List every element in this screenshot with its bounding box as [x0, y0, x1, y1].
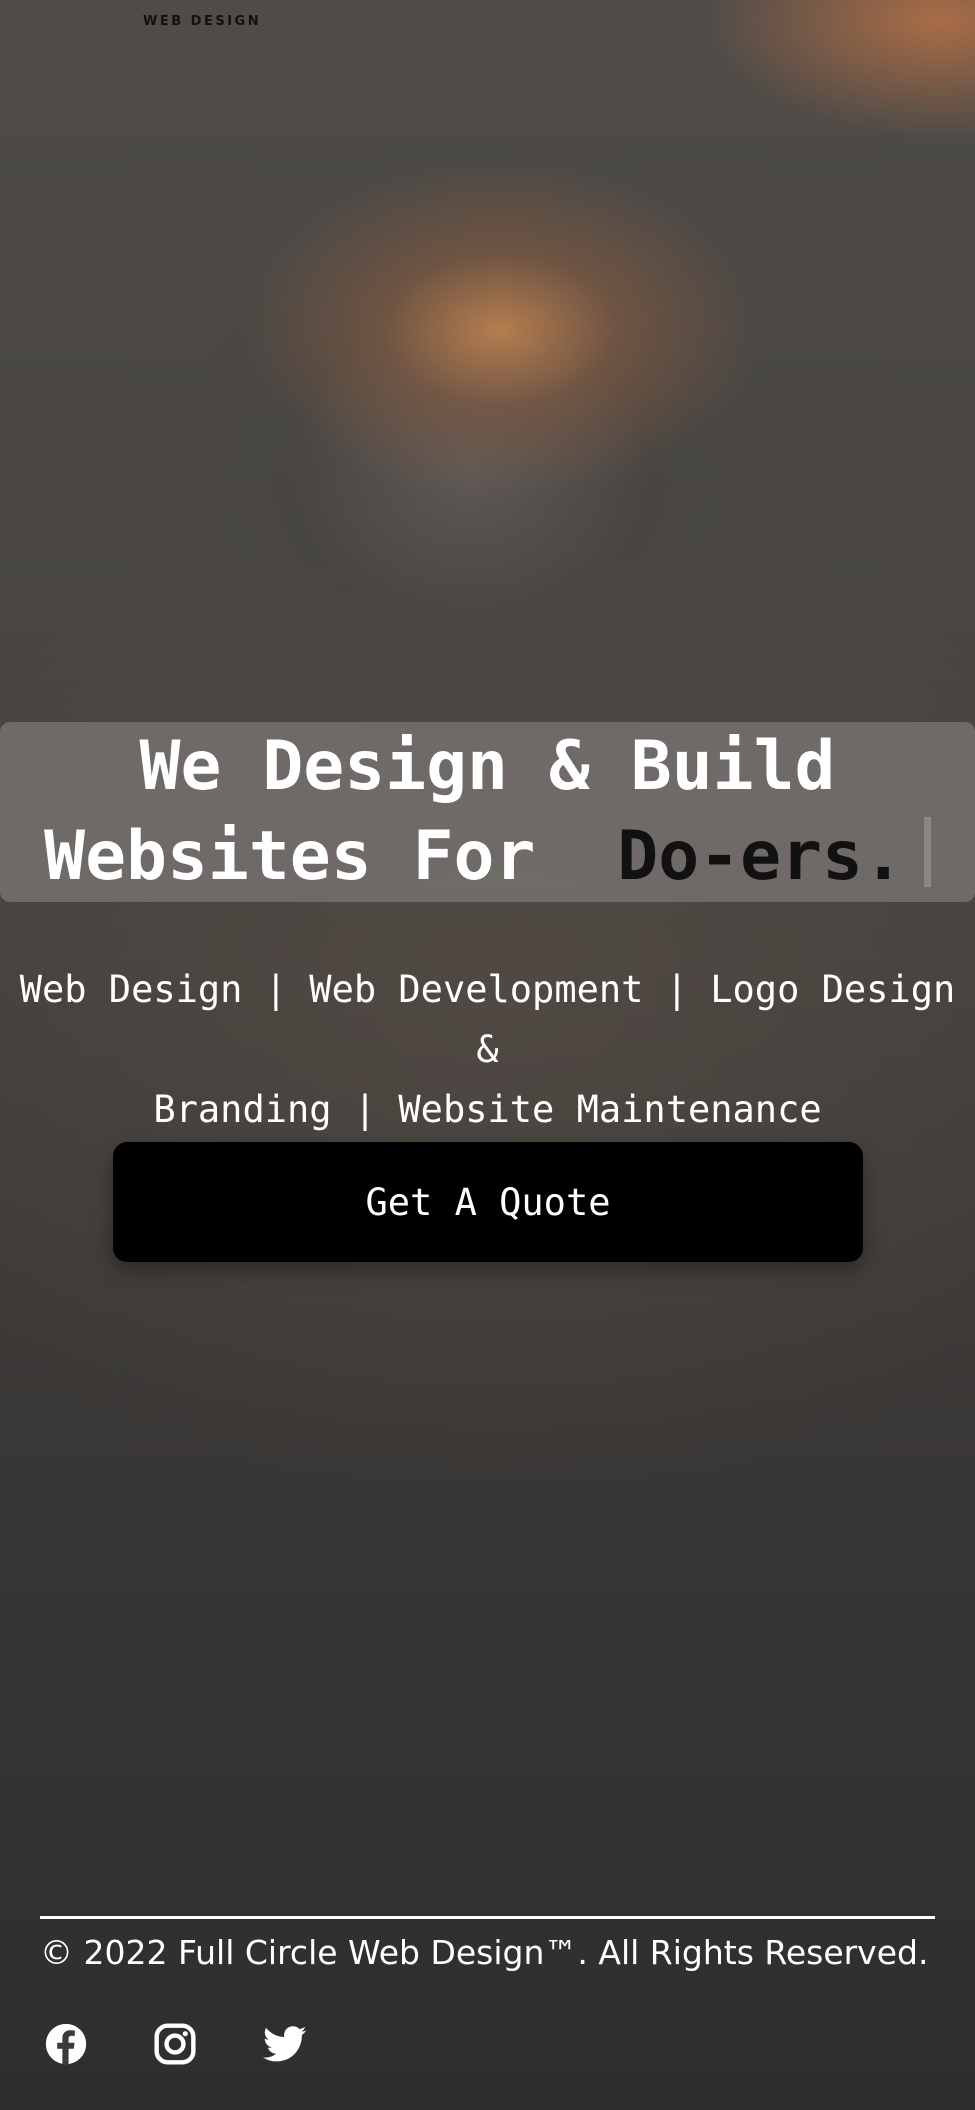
logo-subtitle: WEB DESIGN	[143, 14, 262, 29]
hero-title: We Design & Build Websites For Do-ers.	[0, 722, 975, 902]
get-a-quote-button[interactable]: Get A Quote	[113, 1142, 863, 1262]
services-list: Web Design | Web Development | Logo Desi…	[0, 960, 975, 1140]
hero-title-prefix: Websites For	[44, 817, 577, 896]
hero-typed-word: Do-ers.	[617, 817, 904, 896]
services-line-2: Branding | Website Maintenance	[153, 1088, 822, 1131]
typing-caret	[923, 817, 931, 887]
footer-divider	[40, 1916, 935, 1919]
copyright-text: © 2022 Full Circle Web Design™. All Righ…	[40, 1933, 929, 1972]
instagram-icon[interactable]	[153, 2022, 197, 2066]
hero-title-line-1: We Design & Build	[139, 727, 836, 806]
hero-title-line-2: Websites For Do-ers.	[0, 812, 975, 902]
twitter-icon[interactable]	[263, 2022, 307, 2066]
services-line-1: Web Design | Web Development | Logo Desi…	[19, 968, 956, 1071]
facebook-icon[interactable]	[44, 2022, 88, 2066]
